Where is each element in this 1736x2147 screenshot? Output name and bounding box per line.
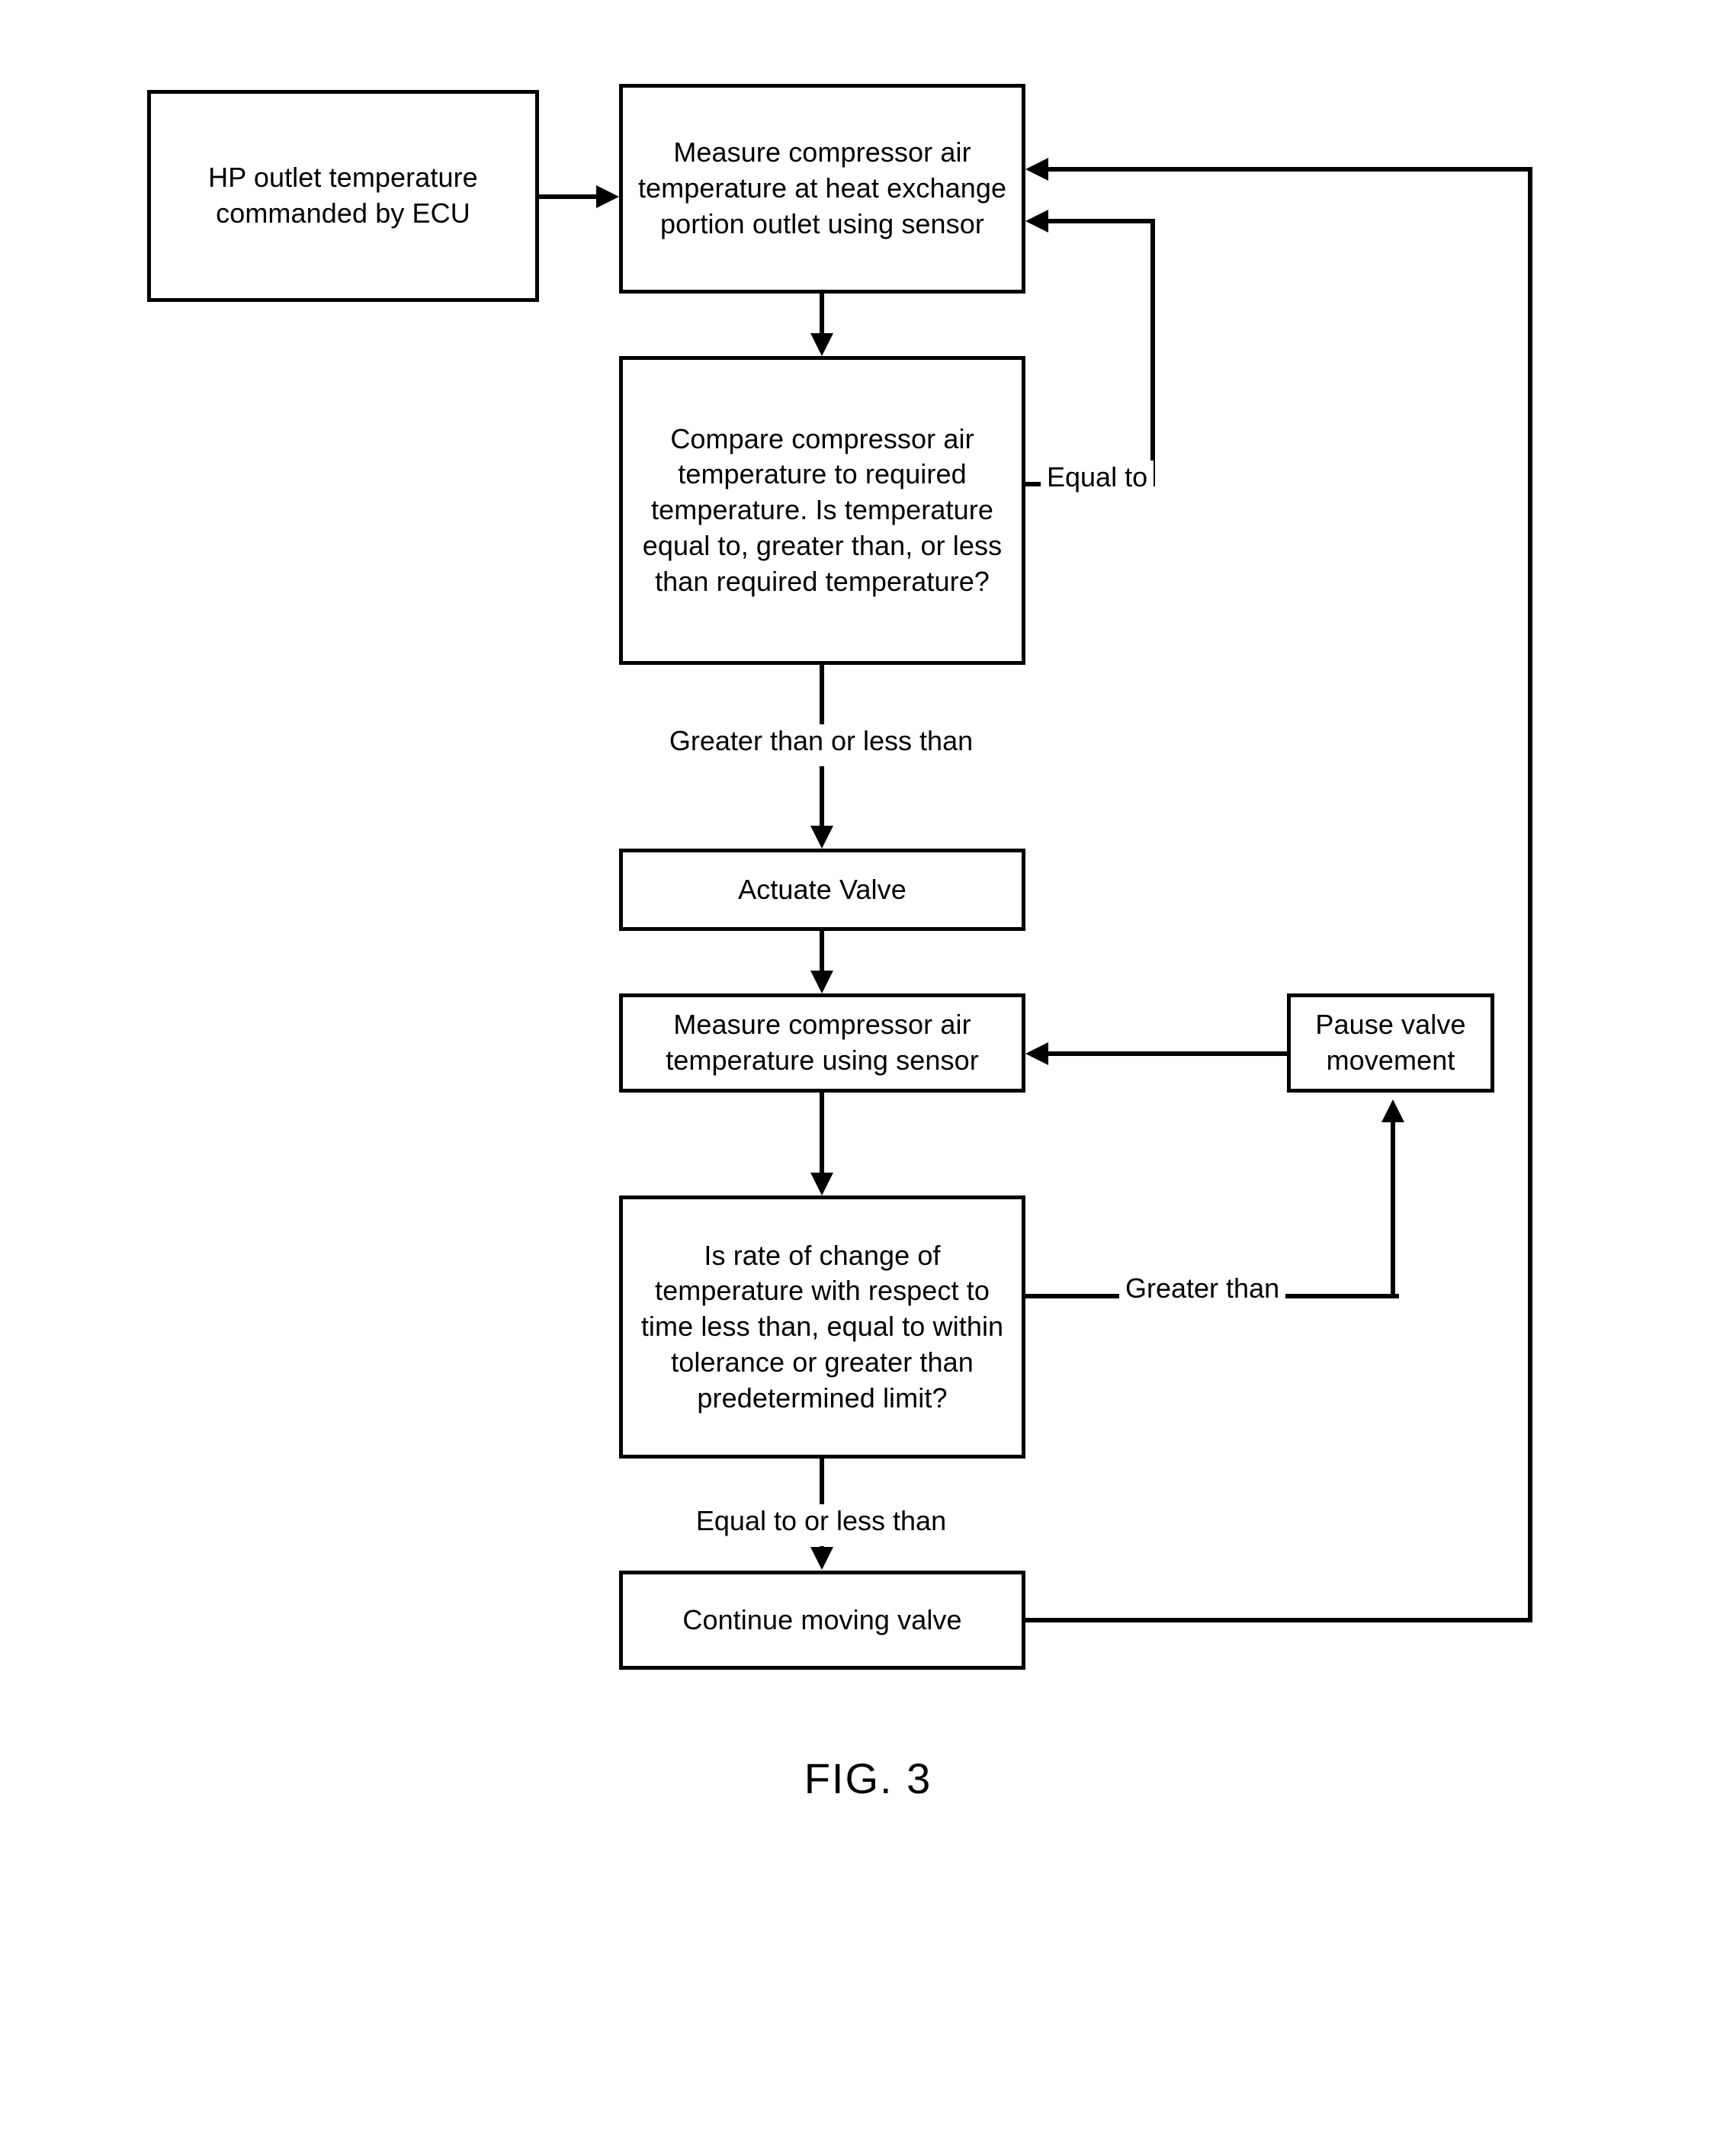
connector-rate-to-continue-upper (820, 1459, 824, 1504)
edge-label-equal-to-or-less-than: Equal to or less than (650, 1504, 993, 1538)
node-rate-of-change-decision-label: Is rate of change of temperature with re… (640, 1239, 1004, 1414)
arrowhead-measure-to-rate (810, 1173, 833, 1195)
node-actuate-valve-label: Actuate Valve (738, 873, 907, 905)
connector-compare-to-actuate-upper (820, 665, 824, 724)
arrowhead-rate-to-continue (810, 1547, 833, 1570)
arrowhead-actuate-to-measure (810, 971, 833, 993)
arrowhead-measure-to-compare (810, 333, 833, 356)
connector-hp-to-measure (539, 194, 596, 199)
connector-compare-to-actuate-lower (820, 766, 824, 827)
node-continue-moving-valve: Continue moving valve (619, 1571, 1025, 1670)
node-pause-valve-movement: Pause valve movement (1287, 993, 1494, 1093)
figure-caption: FIG. 3 (804, 1754, 932, 1802)
connector-measure-to-rate (820, 1093, 824, 1173)
edge-label-greater-than: Greater than (1119, 1272, 1286, 1305)
node-compare-temperature: Compare compressor air temperature to re… (619, 356, 1025, 665)
connector-equal-to-segment-up (1150, 221, 1155, 486)
node-measure-heat-exchange-outlet-label: Measure compressor air temperature at he… (637, 136, 1007, 239)
node-hp-outlet-temperature-label: HP outlet temperature commanded by ECU (208, 162, 478, 229)
arrowhead-compare-to-actuate (810, 826, 833, 849)
connector-greater-than-up (1391, 1122, 1395, 1296)
node-compare-temperature-label: Compare compressor air temperature to re… (642, 422, 1003, 597)
node-continue-moving-valve-label: Continue moving valve (682, 1603, 962, 1635)
node-pause-valve-movement-label: Pause valve movement (1315, 1009, 1466, 1076)
arrowhead-equal-to-into-measure (1025, 210, 1048, 233)
edge-label-equal-to: Equal to (1041, 461, 1154, 494)
arrowhead-pause-to-measure (1025, 1042, 1048, 1065)
arrowhead-greater-than-into-pause (1381, 1099, 1404, 1122)
connector-measure-to-compare (820, 294, 824, 333)
node-hp-outlet-temperature: HP outlet temperature commanded by ECU (147, 90, 539, 302)
arrowhead-continue-loop-into-measure (1025, 158, 1048, 181)
patent-figure-3: HP outlet temperature commanded by ECU M… (0, 0, 1736, 2147)
connector-actuate-to-measure (820, 931, 824, 971)
node-measure-heat-exchange-outlet: Measure compressor air temperature at he… (619, 84, 1025, 294)
node-measure-compressor-air-temperature-label: Measure compressor air temperature using… (666, 1009, 979, 1076)
connector-pause-to-measure (1048, 1051, 1288, 1056)
connector-continue-loop-out (1025, 1618, 1532, 1622)
connector-continue-loop-in (1048, 167, 1530, 172)
node-rate-of-change-decision: Is rate of change of temperature with re… (619, 1195, 1025, 1459)
edge-label-greater-or-less-than: Greater than or less than (650, 724, 993, 758)
node-actuate-valve: Actuate Valve (619, 849, 1025, 931)
connector-equal-to-segment-in (1048, 219, 1155, 223)
node-measure-compressor-air-temperature: Measure compressor air temperature using… (619, 993, 1025, 1093)
arrowhead-hp-to-measure (596, 185, 619, 208)
connector-continue-loop-up (1528, 167, 1532, 1620)
